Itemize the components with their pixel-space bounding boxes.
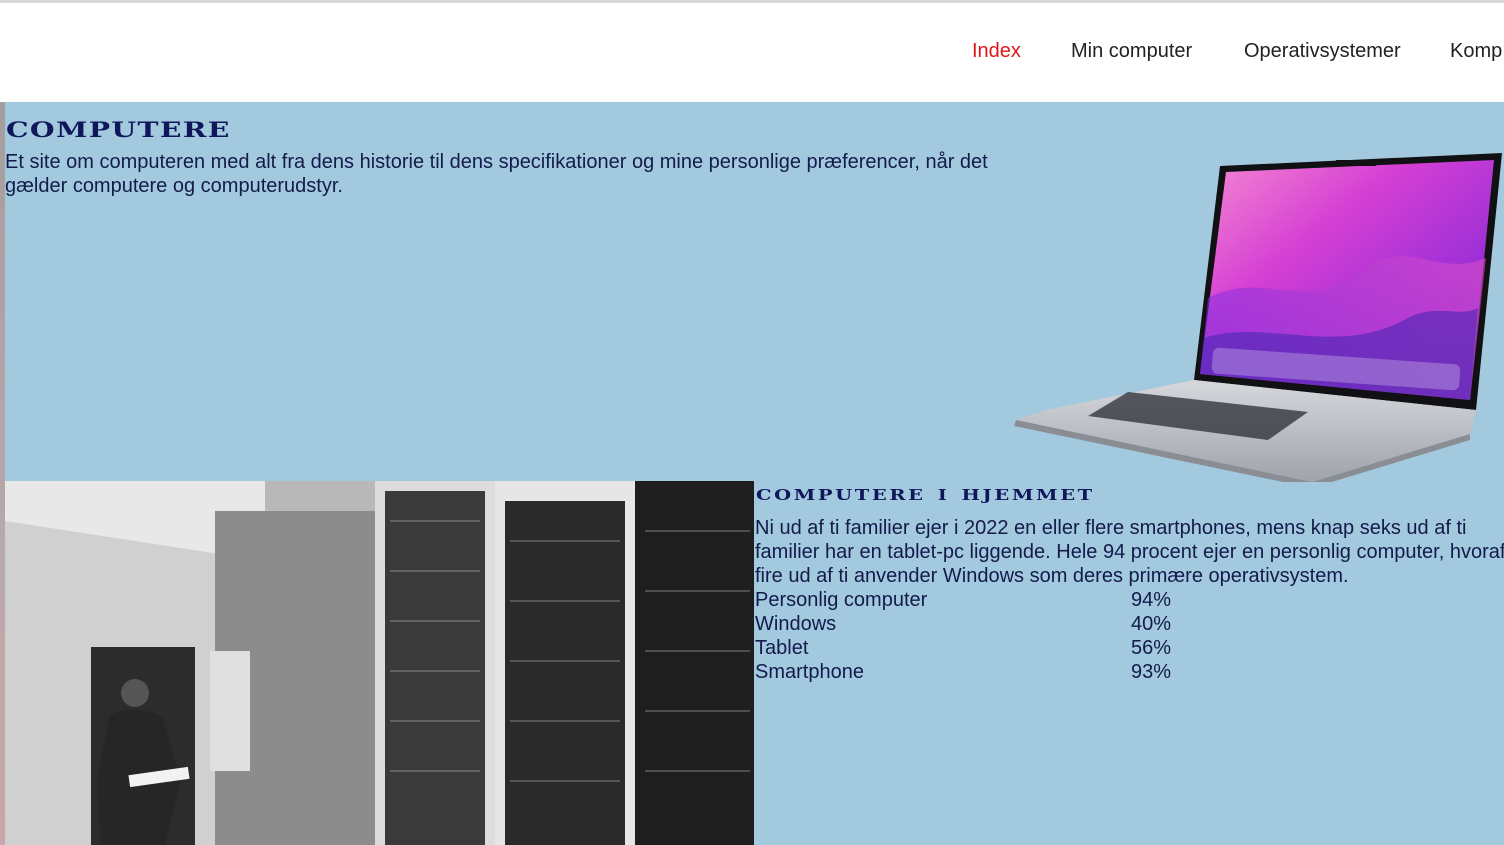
intro-paragraph: Et site om computeren med alt fra dens h… [5,151,988,197]
page-title: Computere [6,110,231,145]
stat-label: Windows [755,613,837,635]
stat-value: 56% [1131,637,1172,659]
stat-value: 93% [1131,661,1172,683]
main-content: Computere Et site om computeren med alt … [0,102,1504,845]
table-row: Personlig computer 94% [755,588,1171,612]
stat-label: Personlig computer [755,589,928,611]
nav-link-index[interactable]: Index [972,40,1021,63]
top-navigation: Index Min computer Operativsystemer Komp [0,3,1504,102]
stat-value: 40% [1131,613,1172,635]
stats-table: Personlig computer 94% Windows 40% Table… [755,588,1171,684]
nav-link-komp[interactable]: Komp [1450,40,1502,63]
stat-label: Smartphone [755,661,864,683]
historic-computer-photo [5,481,754,845]
table-row: Tablet 56% [755,636,1171,660]
nav-link-operativsystemer[interactable]: Operativsystemer [1244,40,1401,63]
laptop-image [1014,153,1502,482]
section-title: Computere i hjemmet [756,480,1095,505]
nav-link-min-computer[interactable]: Min computer [1071,40,1192,63]
section-paragraph: Ni ud af ti familier ejer i 2022 en elle… [755,517,1504,587]
stat-value: 94% [1131,589,1172,611]
table-row: Windows 40% [755,612,1171,636]
stat-label: Tablet [755,637,809,659]
table-row: Smartphone 93% [755,660,1171,684]
